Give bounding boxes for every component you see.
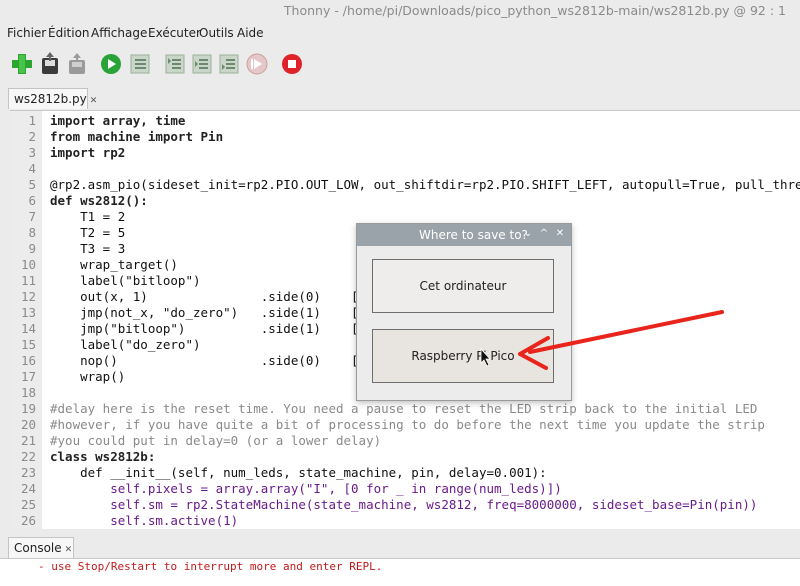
line-number: 24 — [20, 481, 36, 496]
code-line: import rp2 — [50, 145, 126, 160]
menu-fichier[interactable]: Fichier — [7, 26, 46, 40]
menu-aide[interactable]: Aide — [237, 26, 264, 40]
line-number: 10 — [20, 257, 36, 272]
dialog-title: Where to save to? — [419, 228, 528, 242]
code-line: class ws2812b: — [50, 449, 156, 464]
line-number: 15 — [20, 337, 36, 352]
tab-ws2812b[interactable]: ws2812b.py ✕ — [8, 88, 97, 109]
line-number: 3 — [28, 145, 36, 160]
console-output-line: - use Stop/Restart to interrupt more and… — [38, 560, 383, 573]
line-number: 11 — [20, 273, 36, 288]
close-icon[interactable]: ✕ — [65, 545, 73, 555]
line-number: 25 — [20, 497, 36, 512]
resume-icon[interactable] — [244, 51, 270, 77]
line-number: 2 — [28, 129, 36, 144]
step-out-icon[interactable] — [216, 51, 242, 77]
stop-icon[interactable] — [279, 51, 305, 77]
code-line: T1 = 2 — [50, 209, 126, 224]
code-line: label("do_zero") — [50, 337, 201, 352]
step-into-icon[interactable] — [189, 51, 215, 77]
code-line: out(x, 1) .side(0) [T3 — [50, 289, 374, 304]
code-comment: #however, if you have quite a bit of pro… — [50, 417, 765, 432]
code-line: def __init__(self, num_leds, state_machi… — [50, 465, 547, 480]
load-icon[interactable] — [37, 51, 63, 77]
window-titlebar: Thonny - /home/pi/Downloads/pico_python_… — [0, 0, 800, 22]
line-number: 19 — [20, 401, 36, 416]
line-number: 17 — [20, 369, 36, 384]
code-comment: #you could put in delay=0 (or a lower de… — [50, 433, 382, 448]
code-line: T3 = 3 — [50, 241, 126, 256]
save-location-dialog: Where to save to? ⌄ ^ ✕ Cet ordinateur R… — [356, 223, 572, 401]
maximize-icon[interactable]: ^ — [537, 227, 551, 241]
step-over-icon[interactable] — [162, 51, 188, 77]
code-line: self.pixels = array.array("I", [0 for _ … — [50, 481, 562, 496]
code-line: self.sm = rp2.StateMachine(state_machine… — [50, 497, 758, 512]
code-line: label("bitloop") — [50, 273, 201, 288]
raspberry-pi-pico-button[interactable]: Raspberry Pi Pico — [372, 329, 554, 383]
toolbar — [0, 46, 800, 82]
line-number: 23 — [20, 465, 36, 480]
code-line: nop() .side(0) [T2 — [50, 353, 374, 368]
save-icon[interactable] — [64, 51, 90, 77]
line-number: 14 — [20, 321, 36, 336]
code-line: def ws2812(): — [50, 193, 148, 208]
code-line: wrap() — [50, 369, 126, 384]
line-number: 1 — [28, 113, 36, 128]
console-tab-label: Console — [14, 541, 62, 555]
menu-outils[interactable]: Outils — [199, 26, 234, 40]
line-number: 18 — [20, 385, 36, 400]
code-line: from machine import Pin — [50, 129, 224, 144]
console-tab-strip: Console ✕ — [0, 535, 800, 559]
line-number: 21 — [20, 433, 36, 448]
line-number: 6 — [28, 193, 36, 208]
dialog-titlebar[interactable]: Where to save to? ⌄ ^ ✕ — [357, 224, 571, 246]
run-icon[interactable] — [98, 51, 124, 77]
line-number: 12 — [20, 289, 36, 304]
tab-label: ws2812b.py — [14, 92, 87, 106]
line-number: 26 — [20, 513, 36, 528]
menu-bar: Fichier Édition Affichage Exécuter Outil… — [0, 22, 800, 44]
line-number: 7 — [28, 209, 36, 224]
code-line: import array, time — [50, 113, 186, 128]
code-line: T2 = 5 — [50, 225, 126, 240]
debug-icon[interactable] — [127, 51, 153, 77]
line-number: 22 — [20, 449, 36, 464]
line-number: 5 — [28, 177, 36, 192]
close-icon[interactable]: ✕ — [553, 227, 567, 241]
line-number: 20 — [20, 417, 36, 432]
tab-console[interactable]: Console ✕ — [8, 537, 74, 558]
editor-tab-strip: ws2812b.py ✕ — [0, 86, 800, 110]
code-comment: #delay here is the reset time. You need … — [50, 401, 758, 416]
new-icon[interactable] — [9, 51, 35, 77]
code-line: jmp("bitloop") .side(1) [T2 — [50, 321, 374, 336]
line-number: 13 — [20, 305, 36, 320]
line-number: 16 — [20, 353, 36, 368]
code-line: @rp2.asm_pio(sideset_init=rp2.PIO.OUT_LO… — [50, 177, 800, 192]
line-number: 4 — [28, 161, 36, 176]
menu-affichage[interactable]: Affichage — [91, 26, 147, 40]
minimize-icon[interactable]: ⌄ — [521, 227, 535, 241]
line-number: 9 — [28, 241, 36, 256]
code-line: wrap_target() — [50, 257, 178, 272]
line-number-gutter: 1 2 3 4 5 6 7 8 9 10 11 12 13 14 15 16 1… — [10, 111, 42, 529]
console-panel[interactable]: - use Stop/Restart to interrupt more and… — [0, 558, 800, 586]
this-computer-button[interactable]: Cet ordinateur — [372, 259, 554, 313]
menu-executer[interactable]: Exécuter — [148, 26, 201, 40]
close-icon[interactable]: ✕ — [90, 96, 98, 106]
code-line: jmp(not_x, "do_zero") .side(1) [T1 — [50, 305, 374, 320]
line-number: 8 — [28, 225, 36, 240]
menu-edition[interactable]: Édition — [48, 26, 90, 40]
window-title: Thonny - /home/pi/Downloads/pico_python_… — [283, 3, 786, 18]
code-line: self.sm.active(1) — [50, 513, 239, 528]
